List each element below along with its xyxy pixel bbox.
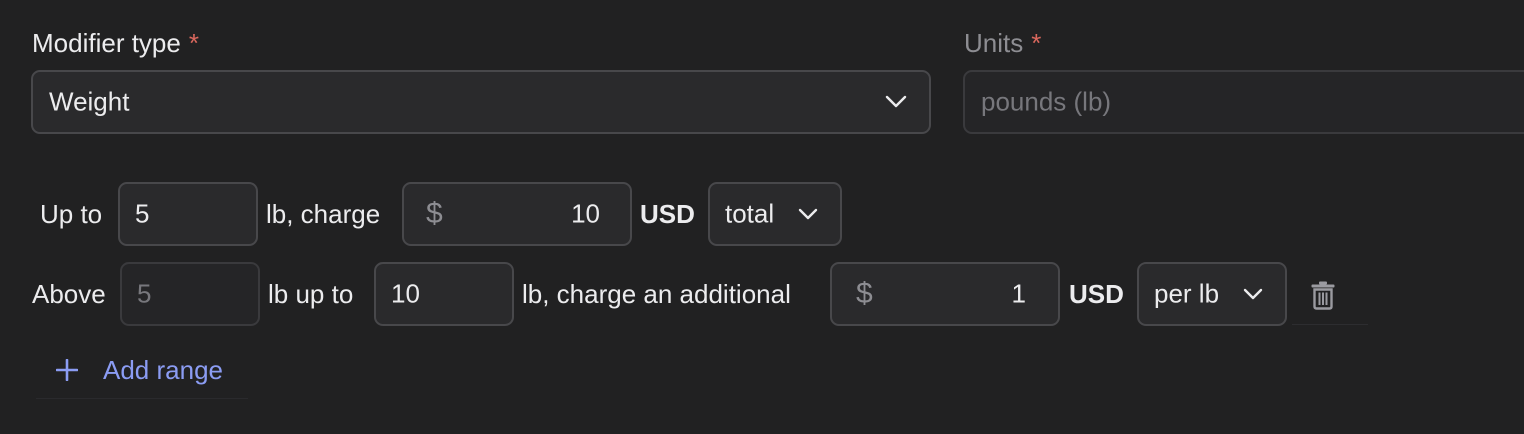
add-range-label: Add range <box>103 355 223 385</box>
range2-basis-select[interactable]: per lb <box>1137 262 1287 326</box>
required-asterisk: * <box>188 28 199 58</box>
range2-basis-value: per lb <box>1154 278 1220 309</box>
modifier-type-label-text: Modifier type <box>32 28 181 58</box>
add-range-button[interactable]: Add range <box>36 340 248 399</box>
range2-lower-value: 5 <box>137 278 152 309</box>
range1-prefix: Up to <box>40 199 103 229</box>
dollar-icon: $ <box>856 277 873 310</box>
trash-icon <box>1311 281 1335 310</box>
modifier-type-label: Modifier type * <box>32 28 199 58</box>
units-field: pounds (lb) <box>963 70 1524 134</box>
units-label-text: Units <box>964 28 1024 58</box>
range1-mid-text: lb, charge <box>266 199 381 229</box>
chevron-down-icon <box>885 95 907 108</box>
range1-basis-value: total <box>725 198 775 229</box>
modifier-type-value: Weight <box>49 86 130 117</box>
range1-upper-input[interactable]: 5 <box>118 182 258 246</box>
plus-icon <box>56 359 78 381</box>
range1-basis-select[interactable]: total <box>708 182 842 246</box>
range1-upper-value: 5 <box>135 198 150 229</box>
range2-upper-input[interactable]: 10 <box>374 262 514 326</box>
range1-amount-input[interactable]: $ 10 <box>402 182 632 246</box>
range2-amount-input[interactable]: $ 1 <box>830 262 1060 326</box>
units-label: Units * <box>964 28 1041 58</box>
units-value: pounds (lb) <box>981 86 1112 117</box>
range2-prefix: Above <box>32 279 106 309</box>
range1-currency: USD <box>640 199 695 229</box>
range1-amount-value: 10 <box>571 198 600 229</box>
chevron-down-icon <box>798 208 818 220</box>
dollar-icon: $ <box>426 197 443 230</box>
range2-mid-text-2: lb, charge an additional <box>522 279 791 309</box>
modifier-type-select[interactable]: Weight <box>31 70 931 134</box>
chevron-down-icon <box>1243 288 1263 300</box>
range2-amount-value: 1 <box>1011 278 1026 309</box>
required-asterisk: * <box>1031 28 1042 58</box>
range2-lower-field: 5 <box>120 262 260 326</box>
range2-currency: USD <box>1069 279 1124 309</box>
range2-upper-value: 10 <box>391 278 420 309</box>
range2-mid-text-1: lb up to <box>268 279 354 309</box>
delete-range-button[interactable] <box>1292 266 1368 325</box>
